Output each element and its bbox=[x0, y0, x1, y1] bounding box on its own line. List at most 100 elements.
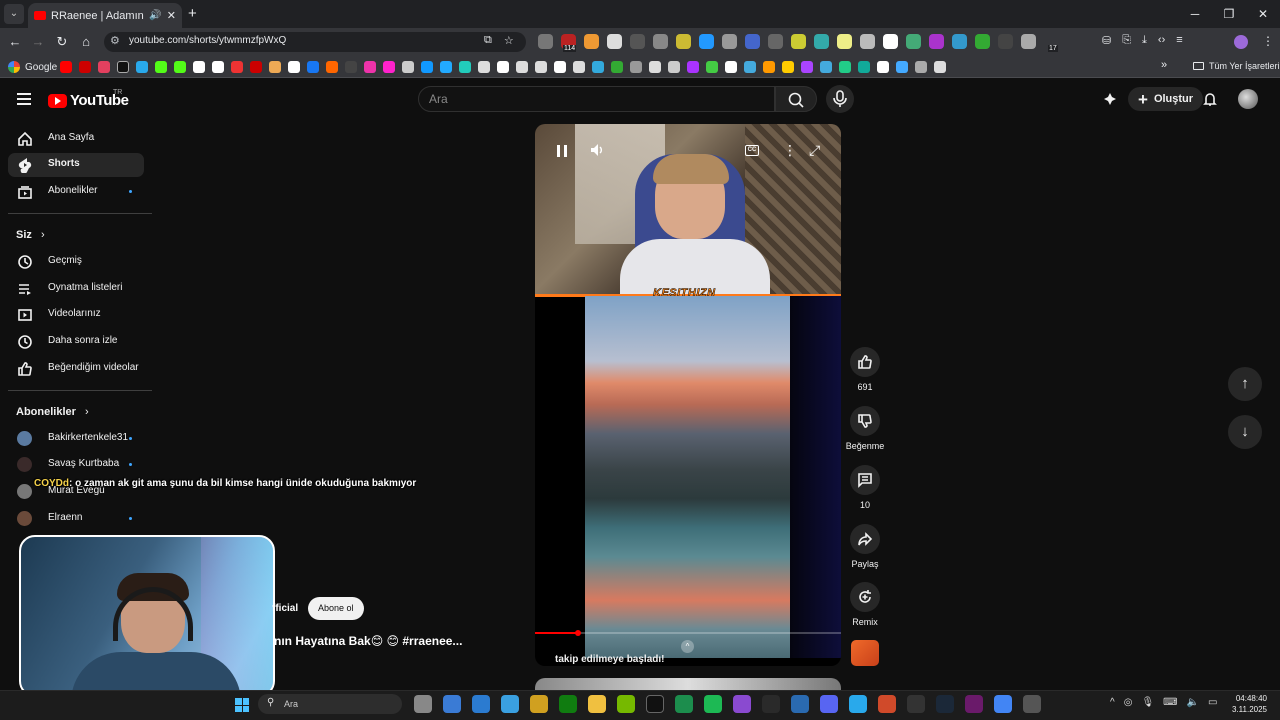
nvidia-app-icon[interactable] bbox=[617, 695, 635, 713]
extension-icon[interactable] bbox=[814, 34, 829, 49]
more-options-icon[interactable]: ⋮ bbox=[783, 142, 797, 159]
bookmark-icon[interactable] bbox=[668, 61, 680, 73]
bookmark-icon[interactable] bbox=[573, 61, 585, 73]
sidebar-item-watch-later[interactable]: Daha sonra izle bbox=[8, 330, 144, 354]
bookmark-icon[interactable] bbox=[554, 61, 566, 73]
bookmark-icon[interactable] bbox=[193, 61, 205, 73]
install-app-icon[interactable]: ⧉ bbox=[484, 34, 492, 47]
store-app-icon[interactable] bbox=[530, 695, 548, 713]
app-icon[interactable] bbox=[878, 695, 896, 713]
search-button[interactable] bbox=[775, 86, 817, 112]
spotify-app-icon[interactable] bbox=[704, 695, 722, 713]
bookmark-icon[interactable] bbox=[649, 61, 661, 73]
all-bookmarks-folder[interactable]: Tüm Yer İşaretleri bbox=[1193, 61, 1280, 71]
bookmark-icon[interactable] bbox=[725, 61, 737, 73]
bookmark-icon[interactable] bbox=[459, 61, 471, 73]
devtools-icon[interactable]: ‹› bbox=[1158, 34, 1165, 47]
bookmark-icon[interactable] bbox=[440, 61, 452, 73]
extension-icon[interactable] bbox=[998, 34, 1013, 49]
short-title[interactable]: nın Hayatına Bak😊 😊 #rraenee... bbox=[274, 634, 462, 648]
defender-app-icon[interactable] bbox=[472, 695, 490, 713]
bookmark-icon[interactable] bbox=[744, 61, 756, 73]
bookmark-icon[interactable] bbox=[364, 61, 376, 73]
bookmark-icon[interactable] bbox=[269, 61, 281, 73]
sidebar-item-playlists[interactable]: Oynatma listeleri bbox=[8, 277, 144, 301]
dislike-action[interactable]: Beğenme bbox=[845, 406, 885, 451]
bookmark-icon[interactable] bbox=[60, 61, 72, 73]
taskbar-clock[interactable]: 04:48:40 3.11.2025 bbox=[1232, 693, 1267, 715]
sidebar-item-home[interactable]: Ana Sayfa bbox=[8, 127, 144, 151]
notifications-bell-icon[interactable] bbox=[1202, 91, 1218, 107]
bookmark-icon[interactable] bbox=[858, 61, 870, 73]
browser-tab-active[interactable]: RRaenee | Adamın Hayatına 🔊 ✕ bbox=[28, 3, 182, 28]
bookmark-icon[interactable] bbox=[326, 61, 338, 73]
extension-icon[interactable] bbox=[883, 34, 898, 49]
sidebar-you-heading[interactable]: Siz › bbox=[16, 229, 45, 241]
sidebar-item-your-videos[interactable]: Videolarınız bbox=[8, 303, 144, 327]
steam-app-icon[interactable] bbox=[936, 695, 954, 713]
taskbar-search[interactable] bbox=[258, 694, 402, 714]
extension-icon[interactable] bbox=[768, 34, 783, 49]
home-browser-icon[interactable]: ⌂ bbox=[77, 33, 95, 51]
video-progress-bar[interactable] bbox=[535, 630, 841, 636]
extension-icon[interactable] bbox=[975, 34, 990, 49]
kick-app-icon[interactable] bbox=[762, 695, 780, 713]
bookmark-icon[interactable] bbox=[592, 61, 604, 73]
sidebar-item-subscriptions[interactable]: Abonelikler bbox=[8, 180, 144, 204]
remix-button[interactable] bbox=[850, 582, 880, 612]
bookmark-icon[interactable] bbox=[801, 61, 813, 73]
bookmark-icon[interactable] bbox=[915, 61, 927, 73]
previous-short-button[interactable]: ↑ bbox=[1228, 367, 1262, 401]
sidebar-subscriptions-heading[interactable]: Abonelikler › bbox=[16, 406, 89, 418]
like-action[interactable]: 691 bbox=[845, 347, 885, 392]
bookmark-icon[interactable] bbox=[383, 61, 395, 73]
bookmark-icon[interactable] bbox=[630, 61, 642, 73]
share-action[interactable]: Paylaş bbox=[845, 524, 885, 569]
comments-action[interactable]: 10 bbox=[845, 465, 885, 510]
bookmark-icon[interactable] bbox=[79, 61, 91, 73]
address-url[interactable]: youtube.com/shorts/ytwmmzfpWxQ bbox=[129, 35, 286, 46]
keyboard-icon[interactable]: ⌨ bbox=[1163, 697, 1177, 708]
browser-profile-avatar[interactable] bbox=[1234, 35, 1248, 49]
channel-name-partial[interactable]: fficial bbox=[272, 603, 298, 614]
comments-button[interactable] bbox=[850, 465, 880, 495]
speaker-icon[interactable]: 🔈 bbox=[1187, 697, 1199, 708]
opera-app-icon[interactable] bbox=[965, 695, 983, 713]
bookmark-icon[interactable] bbox=[706, 61, 718, 73]
bookmark-icon[interactable] bbox=[877, 61, 889, 73]
bookmark-icon[interactable] bbox=[687, 61, 699, 73]
notion-app-icon[interactable] bbox=[646, 695, 664, 713]
reload-icon[interactable]: ↻ bbox=[53, 33, 71, 51]
xbox-app-icon[interactable] bbox=[559, 695, 577, 713]
bookmark-icon[interactable] bbox=[763, 61, 775, 73]
remix-action[interactable]: Remix bbox=[845, 582, 885, 627]
photos-app-icon[interactable] bbox=[501, 695, 519, 713]
new-tab-button[interactable]: + bbox=[188, 5, 197, 22]
sidebar-subscription-item[interactable]: Savaş Kurtbaba bbox=[8, 453, 144, 477]
extension-icon[interactable] bbox=[676, 34, 691, 49]
back-arrow-icon[interactable]: ← bbox=[6, 33, 24, 51]
tray-app-icon[interactable]: ◎ bbox=[1124, 697, 1133, 708]
sidebar-item-history[interactable]: Geçmiş bbox=[8, 250, 144, 274]
bookmark-icon[interactable] bbox=[155, 61, 167, 73]
bookmark-icon[interactable] bbox=[516, 61, 528, 73]
like-button[interactable] bbox=[850, 347, 880, 377]
next-short-preview[interactable] bbox=[535, 678, 841, 690]
pause-icon[interactable] bbox=[557, 145, 567, 157]
extension-icon[interactable] bbox=[653, 34, 668, 49]
next-short-button[interactable]: ↓ bbox=[1228, 415, 1262, 449]
search-input[interactable] bbox=[418, 86, 775, 112]
bookmark-icon[interactable] bbox=[497, 61, 509, 73]
media-control-icon[interactable]: ⛁ bbox=[1102, 34, 1111, 47]
minimize-icon[interactable]: ─ bbox=[1178, 0, 1212, 28]
extension-icon[interactable] bbox=[630, 34, 645, 49]
tab-close-icon[interactable]: ✕ bbox=[167, 9, 176, 22]
bookmark-icon[interactable] bbox=[934, 61, 946, 73]
extensions-puzzle-icon[interactable] bbox=[1021, 34, 1036, 49]
sparkle-icon[interactable] bbox=[1102, 91, 1118, 107]
share-button[interactable] bbox=[850, 524, 880, 554]
tab-audio-icon[interactable]: 🔊 bbox=[149, 10, 161, 21]
reading-list-icon[interactable]: ≡ bbox=[1176, 34, 1182, 47]
extension-icon[interactable] bbox=[699, 34, 714, 49]
browser-menu-icon[interactable]: ⋮ bbox=[1262, 34, 1274, 48]
